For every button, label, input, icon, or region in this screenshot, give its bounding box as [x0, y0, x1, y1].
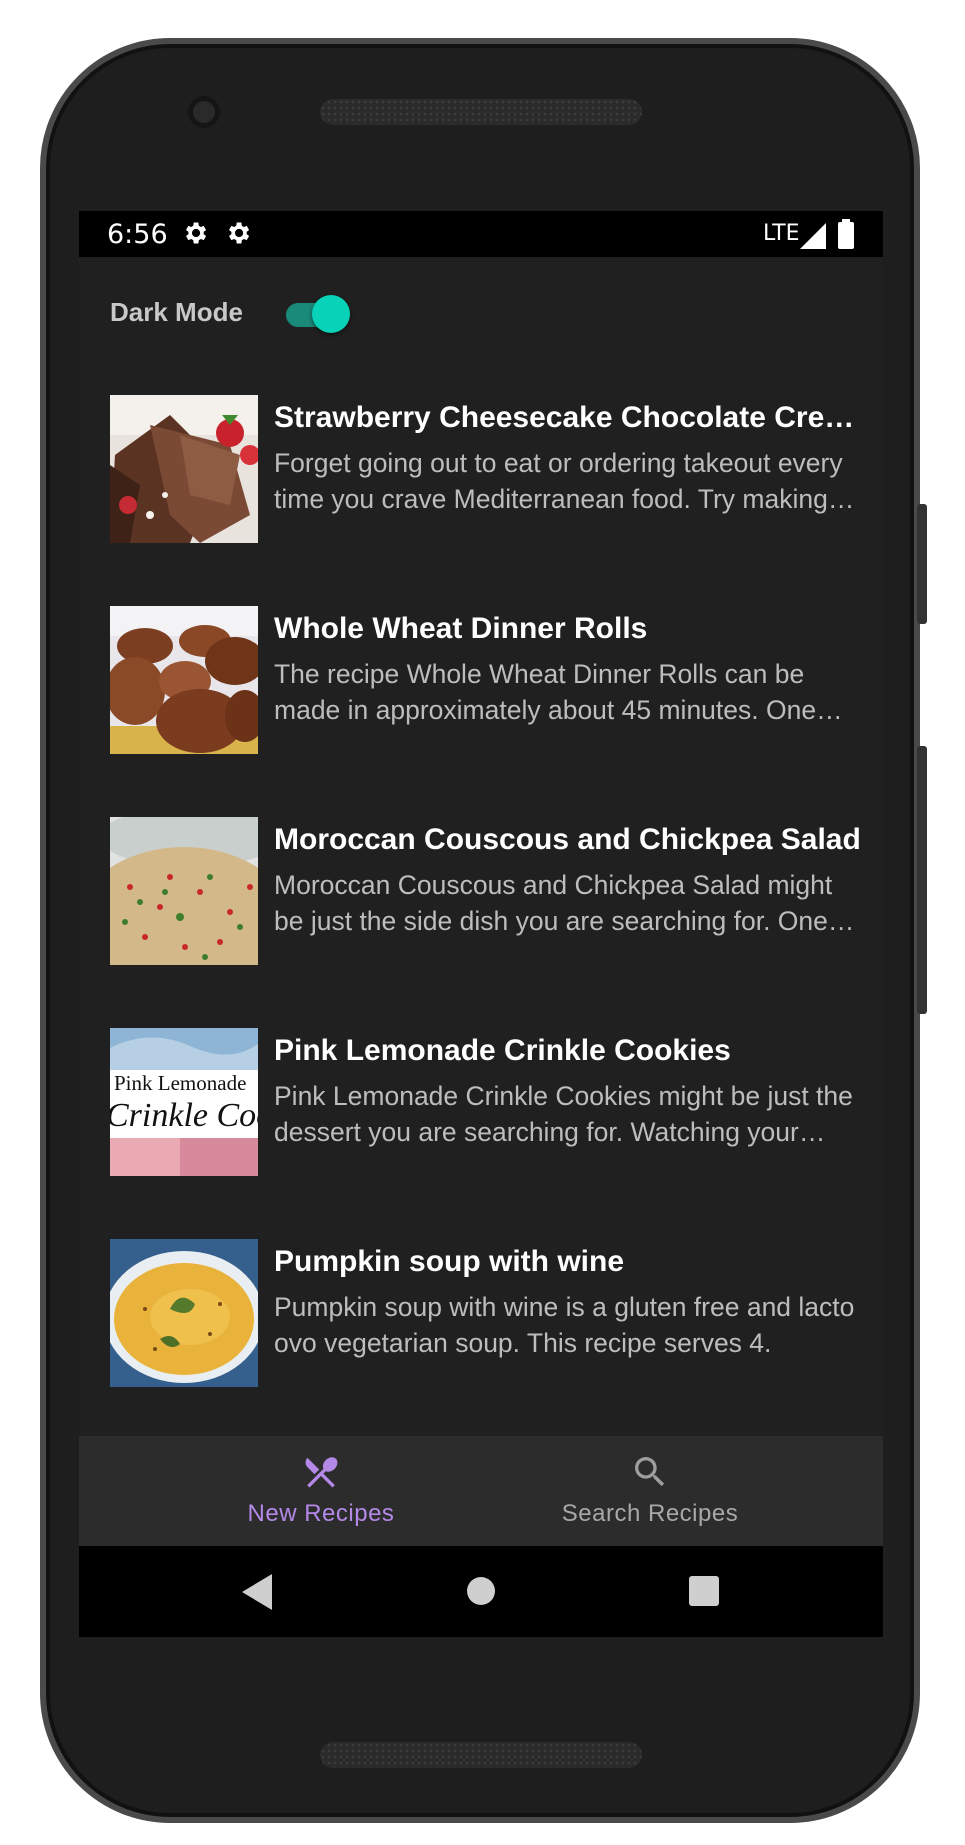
- top-speaker: [320, 99, 642, 125]
- bottom-speaker: [320, 1742, 642, 1768]
- system-navigation-bar: [79, 1546, 883, 1637]
- home-icon[interactable]: [465, 1574, 497, 1606]
- recipe-item[interactable]: Pumpkin soup with wine Pumpkin soup with…: [110, 1239, 855, 1389]
- nav-search-recipes[interactable]: Search Recipes: [485, 1436, 815, 1546]
- signal-icon: [800, 223, 826, 249]
- recipe-item[interactable]: Pink Lemonade Crinkle Cookies Pink Lemon…: [110, 1028, 855, 1178]
- pumpkin-soup-photo: [110, 1239, 258, 1387]
- recipe-title: Whole Wheat Dinner Rolls: [274, 612, 648, 645]
- recents-icon[interactable]: [687, 1574, 719, 1606]
- cookie-image-caption-1: Pink Lemonade: [114, 1071, 246, 1095]
- front-camera: [188, 96, 220, 128]
- gear-icon: [181, 219, 209, 252]
- back-icon[interactable]: [242, 1574, 276, 1610]
- cookie-image-caption-2: Crinkle Cookies: [110, 1097, 258, 1134]
- nav-new-recipes[interactable]: New Recipes: [156, 1436, 486, 1546]
- recipe-description: Moroccan Couscous and Chickpea Salad mig…: [274, 870, 833, 936]
- nav-new-recipes-label: New Recipes: [247, 1500, 395, 1527]
- status-bar: 6:56 LTE: [79, 211, 883, 257]
- power-button: [917, 746, 927, 1014]
- battery-icon: [838, 219, 854, 249]
- recipe-item[interactable]: Whole Wheat Dinner Rolls The recipe Whol…: [110, 606, 855, 756]
- volume-button: [917, 504, 927, 624]
- app-screen: 6:56 LTE Dark Mode Strawberry Cheesecake…: [79, 211, 883, 1637]
- search-icon: [635, 1457, 665, 1487]
- crinkle-cookies-photo: Pink Lemonade Crinkle Cookies: [110, 1028, 258, 1176]
- recipe-description: Pumpkin soup with wine is a gluten free …: [274, 1292, 855, 1358]
- bottom-navigation: New Recipes Search Recipes: [79, 1436, 883, 1546]
- gear-icon: [224, 219, 252, 252]
- network-label: LTE: [763, 221, 800, 246]
- dark-mode-switch[interactable]: [286, 293, 350, 333]
- recipe-description: The recipe Whole Wheat Dinner Rolls can …: [274, 659, 817, 725]
- nav-search-recipes-label: Search Recipes: [561, 1500, 739, 1527]
- crepes-photo: [110, 395, 258, 543]
- dark-mode-label: Dark Mode: [110, 297, 243, 327]
- status-time: 6:56: [107, 219, 168, 250]
- recipe-item[interactable]: Strawberry Cheesecake Chocolate Crepes F…: [110, 395, 864, 545]
- fork-knife-icon: [305, 1457, 338, 1488]
- recipe-title: Moroccan Couscous and Chickpea Salad: [274, 823, 861, 856]
- recipe-item[interactable]: Moroccan Couscous and Chickpea Salad Mor…: [110, 817, 861, 967]
- recipe-description: Forget going out to eat or ordering take…: [274, 448, 843, 514]
- dinner-rolls-photo: [110, 606, 258, 754]
- recipe-description: Pink Lemonade Crinkle Cookies might be j…: [274, 1081, 853, 1147]
- recipe-title: Strawberry Cheesecake Chocolate Crepes: [274, 401, 864, 434]
- dark-mode-row: Dark Mode: [110, 289, 410, 337]
- switch-thumb: [312, 295, 350, 333]
- recipe-title: Pink Lemonade Crinkle Cookies: [274, 1034, 731, 1067]
- couscous-salad-photo: [110, 817, 258, 965]
- recipe-title: Pumpkin soup with wine: [274, 1245, 625, 1278]
